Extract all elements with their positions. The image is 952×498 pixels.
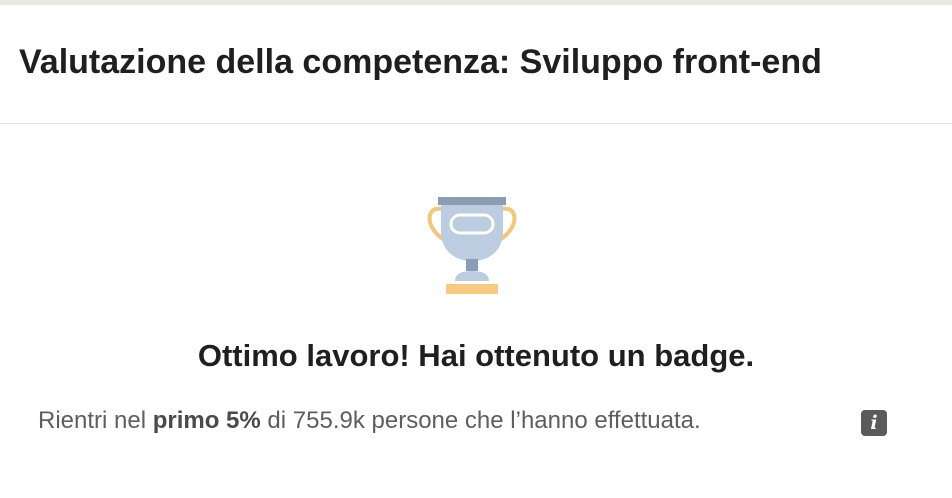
success-heading: Ottimo lavoro! Hai ottenuto un badge. [197,338,755,373]
page-header: Valutazione della competenza: Sviluppo f… [0,5,952,124]
page-title: Valutazione della competenza: Sviluppo f… [19,43,822,81]
stat-middle: di [267,407,287,434]
info-icon[interactable]: i [861,410,887,436]
trophy-icon [421,195,523,297]
stat-highlight: primo 5% [152,407,261,434]
stat-prefix: Rientri nel [38,407,147,434]
percentile-statement: Rientri nel primo 5% di 755.9k persone c… [38,407,701,435]
stat-suffix: persone che l’hanno effettuata. [371,407,701,434]
stat-count: 755.9k [292,407,365,434]
